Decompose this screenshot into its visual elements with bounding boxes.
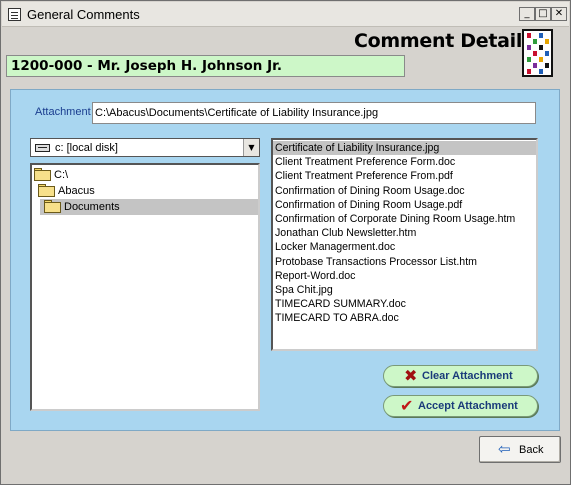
window-title: General Comments	[27, 7, 140, 22]
logo-bead	[539, 33, 543, 38]
folder-icon	[38, 184, 55, 197]
logo-bead	[527, 45, 531, 50]
close-button[interactable]: ✕	[551, 7, 567, 21]
file-list-item[interactable]: TIMECARD TO ABRA.doc	[273, 311, 536, 325]
header: Comment Detail 1200-000 - Mr. Joseph H. …	[2, 27, 570, 85]
logo-bead	[539, 57, 543, 62]
directory-item[interactable]: Documents	[40, 199, 258, 215]
maximize-button[interactable]: □	[535, 7, 551, 21]
file-list-item[interactable]: Protobase Transactions Processor List.ht…	[273, 255, 536, 269]
file-list[interactable]: Certificate of Liability Insurance.jpg Cl…	[271, 138, 538, 351]
logo-bead	[533, 51, 537, 56]
directory-tree[interactable]: C:\ Abacus Documents	[30, 163, 260, 411]
file-list-item[interactable]: Locker Managerment.doc	[273, 240, 536, 254]
logo-bead	[527, 57, 531, 62]
logo-bead	[545, 63, 549, 68]
checkmark-icon: ✔	[400, 396, 414, 415]
file-list-item[interactable]: Confirmation of Dining Room Usage.doc	[273, 184, 536, 198]
file-list-item[interactable]: Jonathan Club Newsletter.htm	[273, 226, 536, 240]
logo-bead	[533, 39, 537, 44]
disk-drive-icon	[35, 144, 50, 152]
logo-bead	[527, 33, 531, 38]
file-list-item[interactable]: Report-Word.doc	[273, 269, 536, 283]
back-button[interactable]: ⇦ Back	[479, 436, 561, 463]
attachment-path-field[interactable]: C:\Abacus\Documents\Certificate of Liabi…	[92, 102, 536, 124]
file-list-item[interactable]: Client Treatment Preference From.pdf	[273, 169, 536, 183]
file-list-item[interactable]: Certificate of Liability Insurance.jpg	[273, 141, 536, 156]
directory-label: C:\	[54, 169, 69, 181]
directory-label: Documents	[64, 201, 120, 213]
page-title: Comment Detail	[354, 30, 523, 52]
logo-bead	[527, 69, 531, 74]
accept-attachment-label: Accept Attachment	[418, 400, 518, 412]
logo-bead	[545, 39, 549, 44]
open-folder-icon	[44, 200, 61, 213]
file-list-item[interactable]: Spa Chit.jpg	[273, 283, 536, 297]
back-arrow-icon: ⇦	[498, 440, 511, 458]
x-icon: ✖	[404, 366, 418, 385]
chevron-down-icon[interactable]: ▼	[243, 139, 259, 156]
directory-item[interactable]: Abacus	[38, 183, 95, 199]
directory-item[interactable]: C:\	[34, 167, 68, 183]
clear-attachment-label: Clear Attachment	[422, 370, 513, 382]
attachment-panel: Attachment C:\Abacus\Documents\Certifica…	[10, 89, 560, 431]
title-bar[interactable]: General Comments _ □ ✕	[2, 2, 569, 27]
app-icon	[8, 8, 21, 21]
file-list-item[interactable]: Confirmation of Dining Room Usage.pdf	[273, 198, 536, 212]
attachment-label: Attachment	[35, 106, 91, 118]
clear-attachment-button[interactable]: ✖ Clear Attachment	[383, 365, 538, 387]
drive-dropdown[interactable]: c: [local disk] ▼	[30, 138, 260, 157]
accept-attachment-button[interactable]: ✔ Accept Attachment	[383, 395, 538, 417]
abacus-logo-icon	[522, 29, 553, 77]
file-list-item[interactable]: Confirmation of Corporate Dining Room Us…	[273, 212, 536, 226]
directory-label: Abacus	[58, 185, 95, 197]
logo-bead	[533, 63, 537, 68]
logo-bead	[545, 51, 549, 56]
file-list-item[interactable]: Client Treatment Preference Form.doc	[273, 155, 536, 169]
file-list-item[interactable]: TIMECARD SUMMARY.doc	[273, 297, 536, 311]
drive-selected: c: [local disk]	[55, 142, 118, 154]
window: General Comments _ □ ✕ Comment Detail 12…	[0, 0, 571, 485]
folder-icon	[34, 168, 51, 181]
logo-bead	[539, 45, 543, 50]
client-name: 1200-000 - Mr. Joseph H. Johnson Jr.	[6, 55, 405, 77]
minimize-button[interactable]: _	[519, 7, 535, 21]
back-label: Back	[519, 444, 544, 456]
logo-bead	[539, 69, 543, 74]
